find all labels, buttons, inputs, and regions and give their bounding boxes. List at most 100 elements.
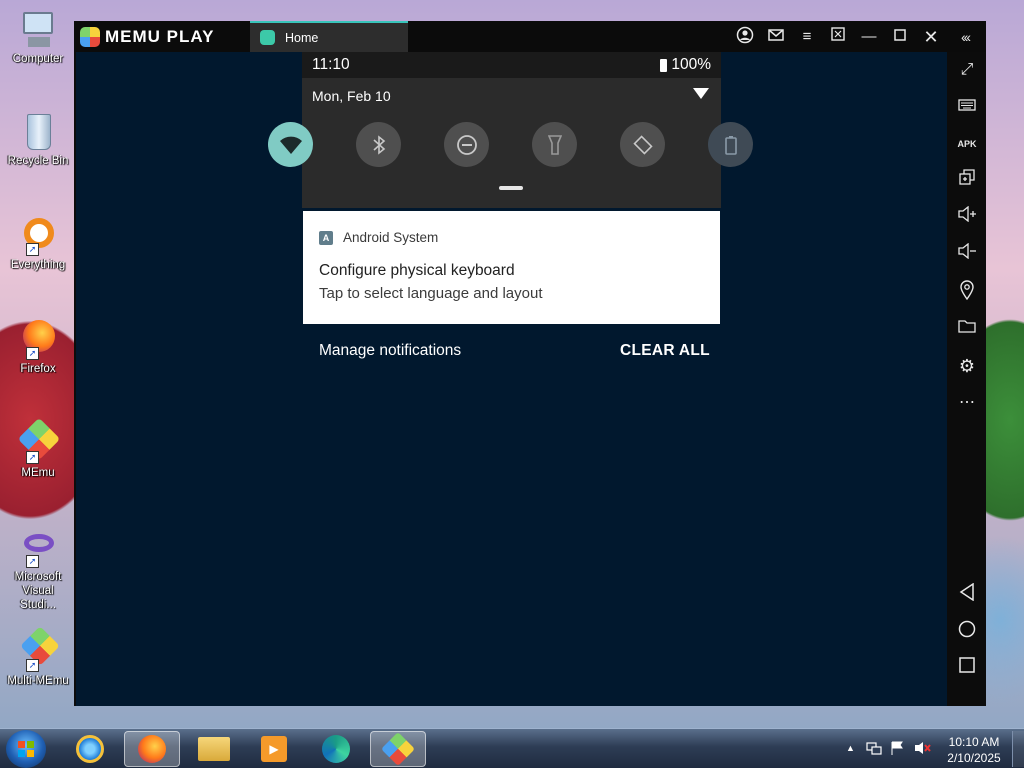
taskbar-clock[interactable]: 10:10 AM 2/10/2025 xyxy=(944,734,1004,766)
file-explorer-icon xyxy=(198,737,230,761)
recents-icon[interactable] xyxy=(955,657,979,681)
shade-drag-handle[interactable] xyxy=(499,186,523,190)
shortcut-arrow-icon: ➚ xyxy=(26,347,39,360)
settings-icon[interactable]: ⚙ xyxy=(955,354,979,378)
network-icon[interactable] xyxy=(866,741,882,758)
keyboard-icon[interactable] xyxy=(955,95,979,119)
auto-rotate-tile[interactable] xyxy=(620,122,665,167)
action-center-flag-icon[interactable] xyxy=(890,741,904,758)
tab-home[interactable]: Home xyxy=(250,21,408,52)
volume-down-icon[interactable] xyxy=(955,242,979,267)
desktop-icon-recycle-bin[interactable]: Recycle Bin xyxy=(4,112,72,168)
edge-icon xyxy=(322,735,350,763)
fullscreen-icon[interactable]: ⤢ xyxy=(955,58,979,82)
battery-status: 100% xyxy=(660,56,711,74)
status-bar: 11:10 100% xyxy=(302,52,721,78)
desktop-icon-everything[interactable]: ➚ Everything xyxy=(4,216,72,272)
desktop-icon-label: Recycle Bin xyxy=(7,155,69,167)
memu-window: MEMU PLAY Home ≡ — ✕ ‹‹‹ 11:10 100% Mon,… xyxy=(74,21,986,706)
desktop-icon-computer[interactable]: Computer xyxy=(4,10,72,66)
volume-muted-icon[interactable] xyxy=(914,741,932,758)
desktop-icon-visual-studio[interactable]: ➚ Microsoft Visual Studi... xyxy=(4,528,72,612)
desktop-icon-firefox[interactable]: ➚ Firefox xyxy=(4,320,72,376)
status-time: 11:10 xyxy=(312,56,350,73)
taskbar-file-explorer[interactable] xyxy=(186,731,242,767)
account-icon[interactable] xyxy=(734,26,756,48)
notification-text: Tap to select language and layout xyxy=(319,285,543,302)
recycle-bin-icon xyxy=(18,112,58,152)
taskbar-internet-explorer[interactable] xyxy=(62,731,118,767)
android-screen: 11:10 100% Mon, Feb 10 A Android System … xyxy=(76,52,947,706)
memu-icon: ➚ xyxy=(17,417,61,464)
shortcut-arrow-icon: ➚ xyxy=(26,243,39,256)
notification-title: Configure physical keyboard xyxy=(319,262,515,279)
home-icon[interactable] xyxy=(955,620,979,644)
windows-logo-icon xyxy=(18,741,34,757)
wifi-tile[interactable] xyxy=(268,122,313,167)
battery-percent: 100% xyxy=(671,56,711,73)
collapse-sidebar-icon[interactable]: ‹‹‹ xyxy=(954,26,976,48)
wifi-icon xyxy=(279,136,302,154)
show-desktop-button[interactable] xyxy=(1012,731,1024,767)
title-bar: MEMU PLAY Home ≡ — ✕ ‹‹‹ xyxy=(74,21,986,52)
everything-icon: ➚ xyxy=(18,216,58,256)
taskbar-media-player[interactable]: ▶ xyxy=(246,731,302,767)
multi-window-icon[interactable] xyxy=(955,169,979,193)
apk-icon[interactable]: APK xyxy=(955,132,979,156)
quick-settings-panel: 11:10 100% Mon, Feb 10 xyxy=(268,52,753,208)
battery-icon xyxy=(660,58,668,72)
brand-name: MEMU PLAY xyxy=(105,27,215,46)
visual-studio-icon: ➚ xyxy=(18,528,58,568)
android-system-icon: A xyxy=(319,230,333,245)
notification-app-name: Android System xyxy=(343,230,439,245)
shortcut-arrow-icon: ➚ xyxy=(26,451,39,464)
shade-date: Mon, Feb 10 xyxy=(312,88,391,104)
taskbar-firefox[interactable] xyxy=(124,731,180,767)
desktop-icon-memu[interactable]: ➚ MEmu xyxy=(4,417,72,480)
location-icon[interactable] xyxy=(955,280,979,304)
notification-card[interactable]: A Android System Configure physical keyb… xyxy=(303,211,720,324)
battery-saver-tile[interactable] xyxy=(708,122,753,167)
manage-notifications-button[interactable]: Manage notifications xyxy=(319,342,461,360)
desktop-icon-multi-memu[interactable]: ➚ Multi-MEmu xyxy=(4,626,72,688)
shortcut-arrow-icon: ➚ xyxy=(26,555,39,568)
bluetooth-tile[interactable] xyxy=(356,122,401,167)
taskbar-memu[interactable] xyxy=(370,731,426,767)
more-icon[interactable]: ⋯ xyxy=(955,391,979,415)
bluetooth-icon xyxy=(372,134,385,155)
desktop-icon-label: Microsoft Visual Studi... xyxy=(14,571,62,611)
desktop-icon-label: Firefox xyxy=(20,363,56,375)
start-button[interactable] xyxy=(6,730,46,768)
do-not-disturb-icon xyxy=(456,134,477,155)
desktop-icon-label: Multi-MEmu xyxy=(7,675,69,687)
emulator-toolbar: ⤢ APK ⚙ ⋯ xyxy=(947,52,986,706)
clear-all-button[interactable]: CLEAR ALL xyxy=(620,342,710,360)
home-tab-icon xyxy=(260,30,275,45)
close-icon[interactable]: ✕ xyxy=(920,26,942,48)
wifi-signal-icon xyxy=(693,88,709,99)
shortcut-arrow-icon: ➚ xyxy=(26,659,39,672)
back-icon[interactable] xyxy=(955,582,979,607)
firefox-icon xyxy=(138,735,166,763)
do-not-disturb-tile[interactable] xyxy=(444,122,489,167)
taskbar-edge[interactable] xyxy=(308,731,364,767)
mail-icon[interactable] xyxy=(765,26,787,48)
memu-logo: MEMU PLAY xyxy=(80,26,214,48)
menu-icon[interactable]: ≡ xyxy=(796,26,818,48)
memu-icon xyxy=(381,732,415,766)
desktop-icon-label: MEmu xyxy=(21,467,55,479)
flashlight-tile[interactable] xyxy=(532,122,577,167)
notification-header: A Android System xyxy=(319,230,438,245)
show-hidden-icons-icon[interactable]: ▲ xyxy=(846,743,855,753)
minimize-to-tray-icon[interactable] xyxy=(827,26,849,48)
firefox-icon: ➚ xyxy=(18,320,58,360)
clock-date: 2/10/2025 xyxy=(947,751,1001,765)
maximize-icon[interactable] xyxy=(889,26,911,48)
minimize-icon[interactable]: — xyxy=(858,26,880,48)
folder-icon[interactable] xyxy=(955,317,979,341)
media-player-icon: ▶ xyxy=(261,736,287,762)
computer-icon xyxy=(18,10,58,50)
auto-rotate-icon xyxy=(632,134,653,155)
memu-logo-icon xyxy=(80,27,100,47)
volume-up-icon[interactable] xyxy=(955,205,979,230)
